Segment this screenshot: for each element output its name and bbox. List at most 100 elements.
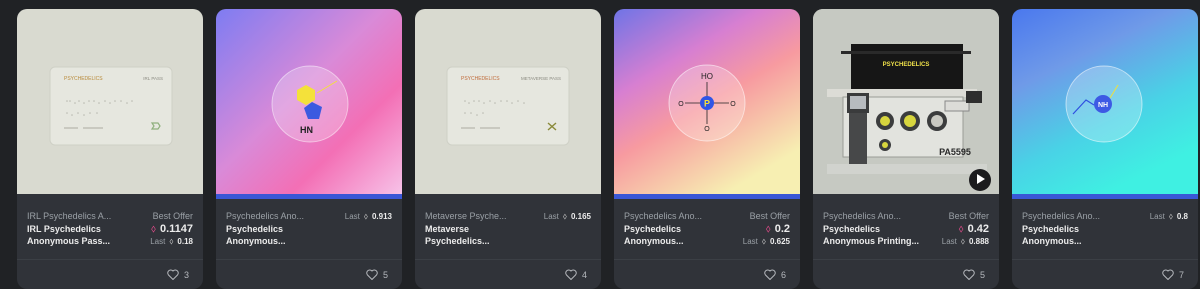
metaverse-pass-artwork: PSYCHEDELICS METAVERSE PASS: [446, 66, 570, 146]
card-info: Psychedelics Ano... Psychedelics Anonymo…: [1012, 199, 1198, 259]
ethereum-icon: ⬨: [363, 211, 368, 221]
favorite-button[interactable]: 6: [764, 269, 786, 280]
molecule-ho-p-artwork: P HO O O O: [614, 9, 800, 194]
nft-card[interactable]: NH Psychedelics Ano... Psychedelics Anon…: [1012, 9, 1198, 289]
price-value: 0.2: [774, 223, 790, 235]
heart-icon[interactable]: [1162, 269, 1174, 280]
item-name[interactable]: Psychedelics Anonymous...: [226, 223, 321, 247]
last-value: 0.18: [177, 237, 193, 246]
last-sale: Last ⬨ 0.165: [543, 211, 591, 222]
last-sale: Last ⬨ 0.913: [344, 211, 392, 222]
card-info: Psychedelics Ano... Psychedelics Anonymo…: [614, 199, 800, 259]
price-value: 0.1147: [159, 223, 193, 235]
nft-card-grid: PSYCHEDELICS IRL PASS IRL Psychedelics A…: [17, 9, 1198, 289]
price-label: Best Offer: [948, 211, 989, 221]
favorite-button[interactable]: 4: [565, 269, 587, 280]
item-name[interactable]: Psychedelics Anonymous...: [1022, 223, 1117, 247]
collection-name[interactable]: Metaverse Psyche...: [425, 211, 513, 221]
like-count: 6: [780, 269, 786, 280]
card-info: Psychedelics Ano... Psychedelics Anonymo…: [813, 199, 999, 259]
nft-artwork[interactable]: NH: [1012, 9, 1198, 194]
last-sale: Last ⬨ 0.625: [742, 236, 790, 247]
heart-icon[interactable]: [167, 269, 179, 280]
ethereum-icon: ⬨: [562, 211, 567, 221]
last-sale: Last ⬨ 0.888: [941, 236, 989, 247]
last-label: Last: [742, 237, 758, 246]
ethereum-icon: ⬨: [958, 222, 964, 235]
collection-name[interactable]: IRL Psychedelics A...: [27, 211, 115, 221]
last-label: Last: [543, 212, 559, 221]
nft-artwork[interactable]: HN: [216, 9, 402, 194]
svg-text:O: O: [704, 126, 710, 133]
item-name[interactable]: Psychedelics Anonymous Printing...: [823, 223, 919, 247]
irl-pass-artwork: PSYCHEDELICS IRL PASS: [49, 66, 173, 146]
favorite-button[interactable]: 5: [963, 269, 985, 280]
like-count: 4: [581, 269, 587, 280]
svg-text:PSYCHEDELICS: PSYCHEDELICS: [461, 76, 500, 82]
card-footer: 3: [17, 259, 203, 289]
molecule-hn-artwork: HN: [216, 9, 402, 194]
last-value: 0.8: [1176, 212, 1188, 221]
ethereum-icon: ⬨: [765, 222, 771, 235]
item-name[interactable]: Psychedelics Anonymous...: [624, 223, 719, 247]
card-footer: 4: [415, 259, 601, 289]
card-footer: 5: [813, 259, 999, 289]
nft-card[interactable]: P HO O O O Psychedelics Ano... Psychedel…: [614, 9, 800, 289]
nft-card[interactable]: PSYCHEDELICS METAVERSE PASS Metaverse Ps…: [415, 9, 601, 289]
collection-name[interactable]: Psychedelics Ano...: [1022, 211, 1110, 221]
collection-name[interactable]: Psychedelics Ano...: [226, 211, 314, 221]
heart-icon[interactable]: [963, 269, 975, 280]
card-info: Metaverse Psyche... Metaverse Psychedeli…: [415, 199, 601, 259]
play-icon[interactable]: [976, 171, 985, 189]
nft-artwork[interactable]: P HO O O O: [614, 9, 800, 194]
favorite-button[interactable]: 7: [1162, 269, 1184, 280]
last-sale: Last ⬨ 0.18: [150, 237, 193, 247]
price-label: Best Offer: [152, 211, 193, 221]
last-label: Last: [941, 237, 957, 246]
ethereum-icon: ⬨: [761, 236, 766, 246]
last-value: 0.888: [968, 237, 989, 246]
svg-text:O: O: [730, 101, 736, 108]
last-label: Last: [150, 237, 166, 246]
favorite-button[interactable]: 5: [366, 269, 388, 280]
price-row: ⬨ 0.2: [766, 223, 790, 235]
like-count: 5: [382, 269, 388, 280]
svg-text:HN: HN: [300, 125, 313, 135]
svg-text:PSYCHEDELICS: PSYCHEDELICS: [64, 76, 103, 82]
nft-card[interactable]: PSYCHEDELICS IRL PASS IRL Psychedelics A…: [17, 9, 203, 289]
like-count: 5: [979, 269, 985, 280]
svg-text:NH: NH: [1098, 102, 1108, 109]
favorite-button[interactable]: 3: [167, 269, 189, 280]
ethereum-icon: ⬨: [960, 236, 965, 246]
price-label: Best Offer: [749, 211, 790, 221]
svg-text:PSYCHEDELICS: PSYCHEDELICS: [883, 62, 930, 68]
svg-text:HO: HO: [701, 72, 713, 81]
heart-icon[interactable]: [366, 269, 378, 280]
nft-card[interactable]: PSYCHEDELICS PA5595 Psychedelics Ano... …: [813, 9, 999, 289]
heart-icon[interactable]: [565, 269, 577, 280]
nft-artwork[interactable]: PSYCHEDELICS PA5595: [813, 9, 999, 194]
collection-name[interactable]: Psychedelics Ano...: [624, 211, 712, 221]
card-footer: 7: [1012, 259, 1198, 289]
last-value: 0.625: [769, 237, 790, 246]
play-button[interactable]: [969, 169, 991, 191]
like-count: 7: [1178, 269, 1184, 280]
molecule-nh-artwork: NH: [1012, 9, 1198, 194]
nft-card[interactable]: HN Psychedelics Ano... Psychedelics Anon…: [216, 9, 402, 289]
ethereum-icon: ⬨: [151, 222, 156, 235]
svg-text:P: P: [704, 99, 710, 109]
svg-text:O: O: [678, 101, 684, 108]
heart-icon[interactable]: [764, 269, 776, 280]
price-row: ⬨ 0.1147: [151, 223, 193, 235]
price-row: ⬨ 0.42: [959, 223, 989, 235]
nft-artwork[interactable]: PSYCHEDELICS IRL PASS: [17, 9, 203, 194]
nft-artwork[interactable]: PSYCHEDELICS METAVERSE PASS: [415, 9, 601, 194]
collection-name[interactable]: Psychedelics Ano...: [823, 211, 911, 221]
item-name[interactable]: IRL Psychedelics Anonymous Pass...: [27, 223, 122, 247]
card-info: IRL Psychedelics A... IRL Psychedelics A…: [17, 199, 203, 259]
like-count: 3: [183, 269, 189, 280]
svg-text:IRL PASS: IRL PASS: [143, 76, 163, 81]
last-value: 0.165: [570, 212, 591, 221]
item-name[interactable]: Metaverse Psychedelics...: [425, 223, 520, 247]
last-label: Last: [344, 212, 360, 221]
